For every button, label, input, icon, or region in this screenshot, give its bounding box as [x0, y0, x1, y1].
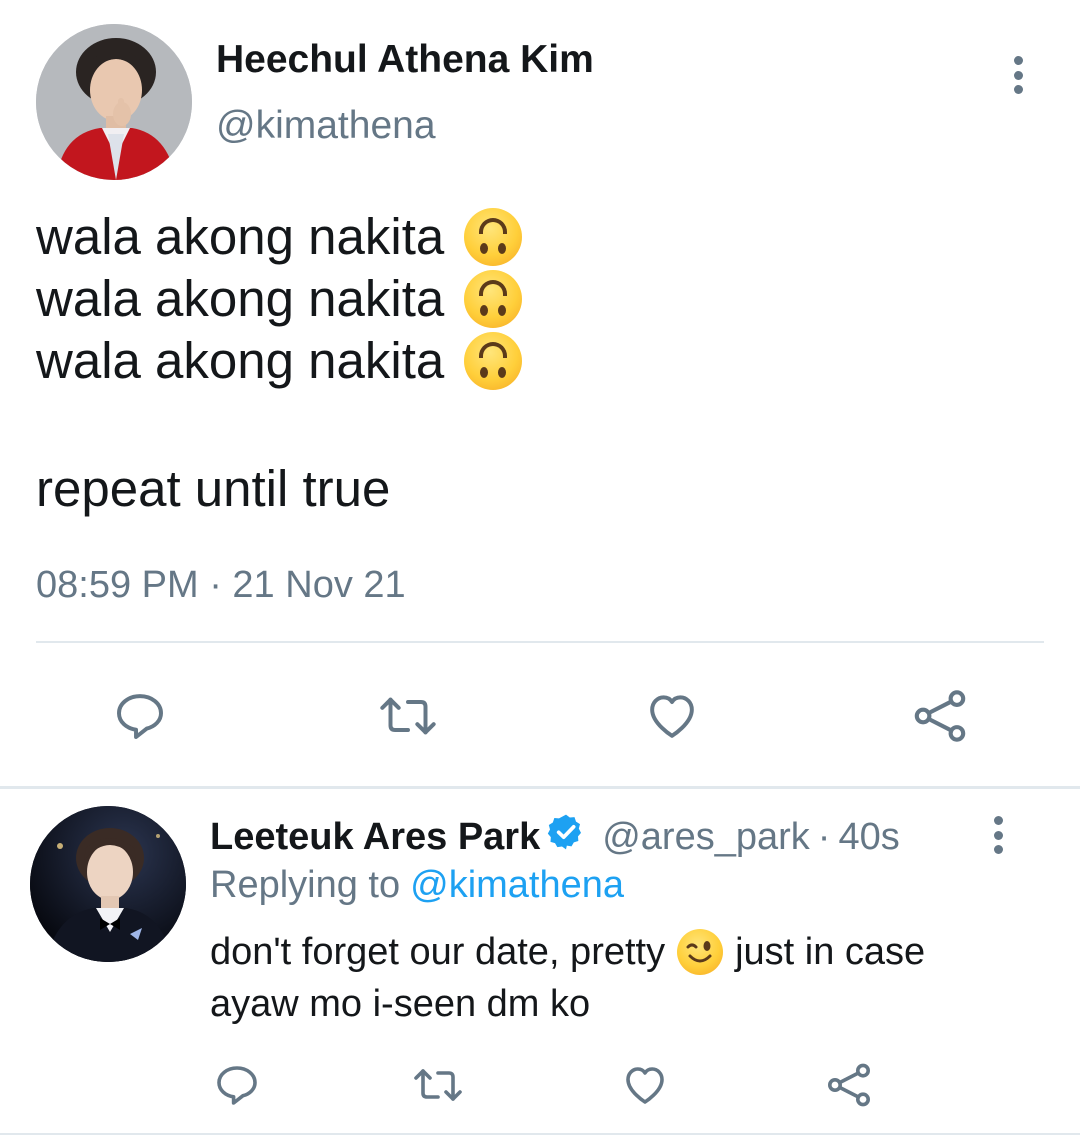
tweet-timestamp[interactable]: 08:59 PM · 21 Nov 21 [36, 564, 406, 607]
author-name[interactable]: Heechul Athena Kim [216, 38, 594, 82]
more-vertical-icon[interactable] [988, 816, 1008, 854]
verified-badge-icon [546, 812, 586, 862]
author-avatar-photo [36, 24, 192, 180]
divider [0, 1133, 1080, 1135]
tweet-text-line: wala akong nakita [36, 330, 523, 392]
share-icon[interactable] [820, 1058, 878, 1112]
tweet-text-line: wala akong nakita [36, 206, 523, 268]
upside-down-face-emoji [464, 270, 523, 328]
reply-text-line: don't forget our date, pretty just in ca… [210, 929, 926, 975]
replying-to: Replying to @kimathena [210, 864, 624, 907]
reply-text: don't forget our date, pretty just in ca… [210, 926, 925, 1030]
upside-down-face-emoji [464, 332, 523, 390]
like-icon[interactable] [640, 684, 704, 748]
tweet-text-line: repeat until true [36, 460, 391, 517]
replying-to-mention[interactable]: @kimathena [410, 864, 624, 906]
reply-time-ago[interactable]: 40s [838, 816, 899, 859]
reply-author-handle[interactable]: @ares_park [602, 816, 810, 859]
tweet-text-line: wala akong nakita [36, 268, 523, 330]
more-vertical-icon[interactable] [1008, 56, 1028, 94]
share-icon[interactable] [904, 684, 976, 748]
tweet-detail-page: Heechul Athena Kim @kimathena wala akong… [0, 0, 1080, 1137]
reply-icon[interactable] [210, 1058, 264, 1112]
winking-face-emoji [677, 929, 724, 975]
retweet-icon[interactable] [372, 684, 444, 748]
like-icon[interactable] [618, 1058, 672, 1112]
reply-text-line: ayaw mo i-seen dm ko [210, 983, 591, 1025]
reply-author-name[interactable]: Leeteuk Ares Park [210, 816, 540, 859]
divider [36, 641, 1044, 643]
reply-icon[interactable] [108, 684, 172, 748]
upside-down-face-emoji [464, 208, 523, 266]
replying-to-label: Replying to [210, 864, 401, 906]
author-avatar[interactable] [36, 24, 192, 180]
reply-author-avatar-photo [30, 806, 186, 962]
author-handle[interactable]: @kimathena [216, 104, 436, 148]
separator-dot: · [817, 815, 831, 858]
reply-header: Leeteuk Ares Park @ares_park · 40s [210, 812, 900, 862]
retweet-icon[interactable] [408, 1058, 468, 1112]
divider [0, 786, 1080, 789]
reply-author-avatar[interactable] [30, 806, 186, 962]
tweet-text: wala akong nakita wala akong nakita wala… [36, 206, 523, 520]
